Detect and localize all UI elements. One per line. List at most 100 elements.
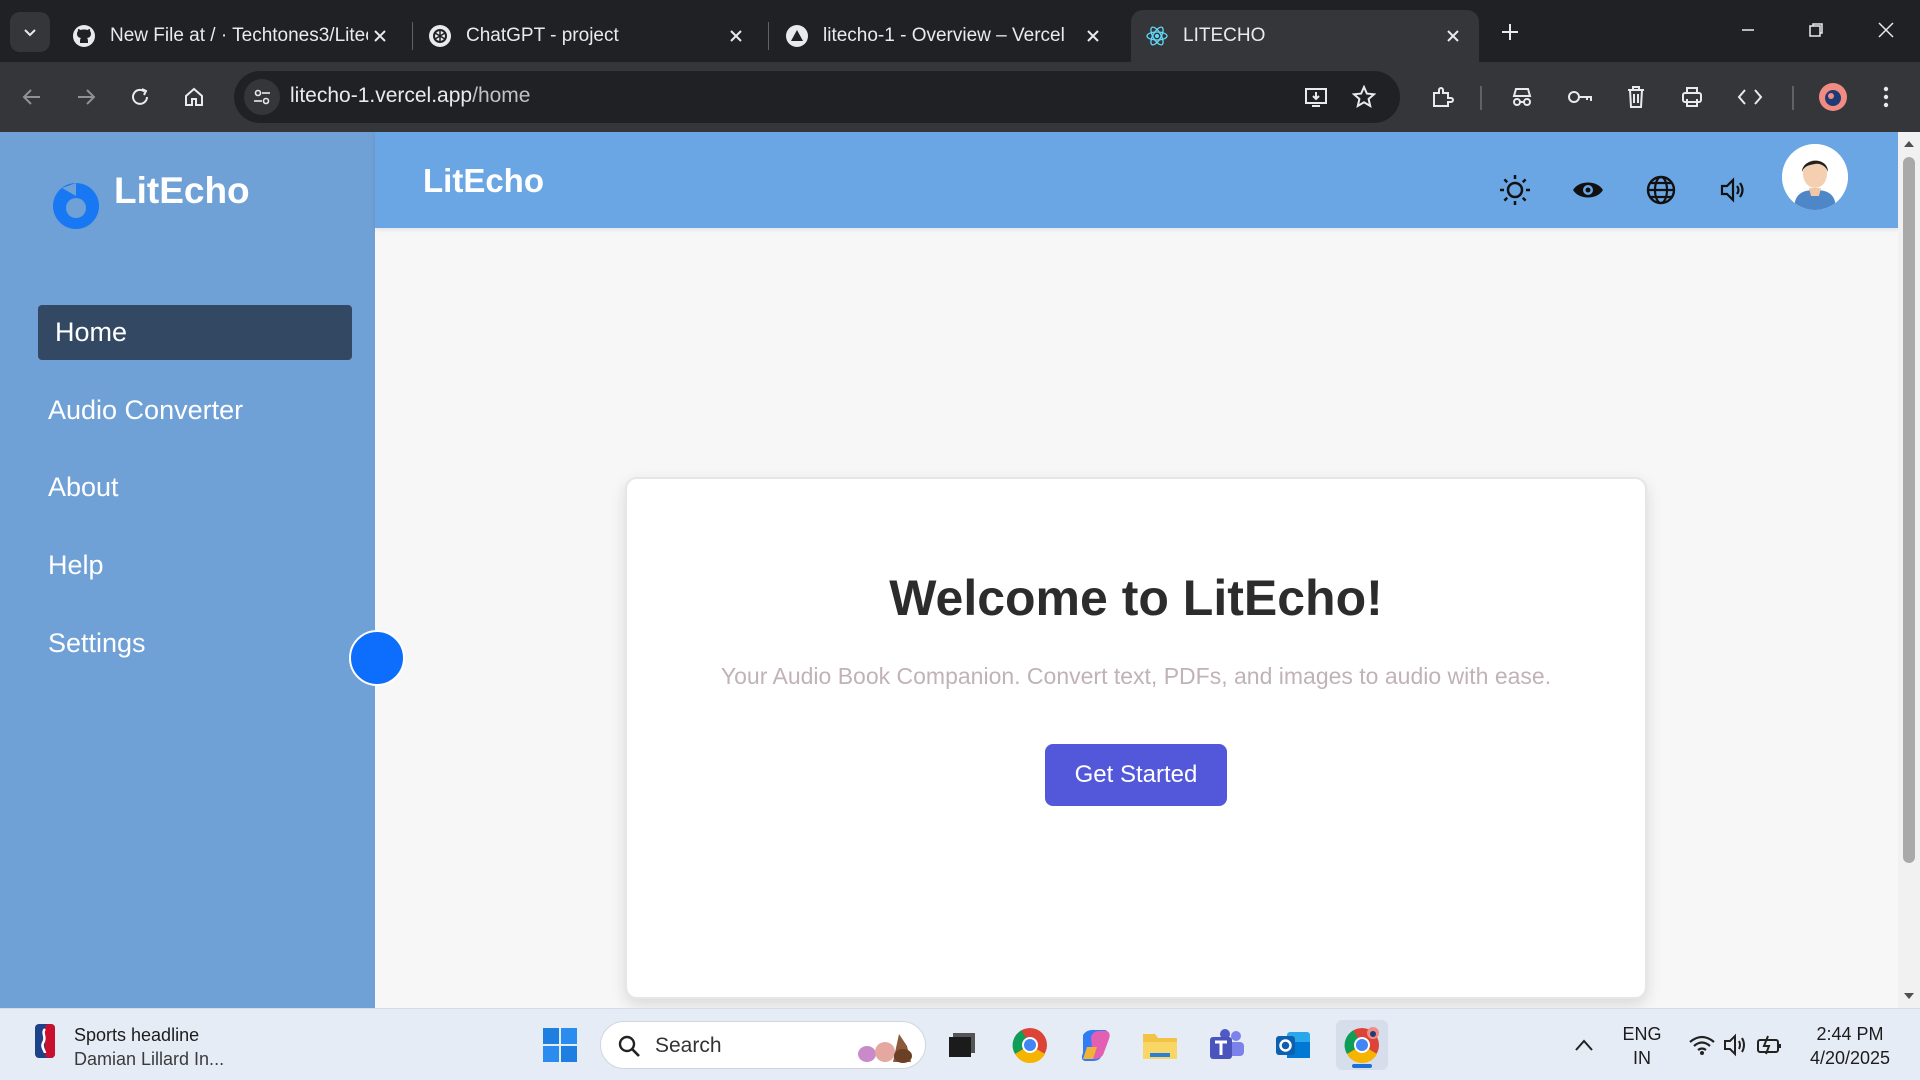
task-view-button[interactable] xyxy=(940,1023,984,1067)
tab-title: New File at / · Techtones3/LitechoAudio xyxy=(110,25,368,46)
page-scrollbar[interactable] xyxy=(1898,132,1920,1008)
sidebar-item-settings[interactable]: Settings xyxy=(38,616,352,671)
scroll-down-icon[interactable] xyxy=(1903,990,1915,1002)
avatar-icon xyxy=(1782,144,1848,210)
back-button[interactable] xyxy=(14,79,50,115)
minimize-icon xyxy=(1742,29,1754,31)
chrome-icon xyxy=(1012,1028,1047,1063)
password-manager-button[interactable] xyxy=(1562,79,1598,115)
user-avatar[interactable] xyxy=(1782,144,1848,210)
incognito-extension-button[interactable] xyxy=(1504,79,1540,115)
taskbar-copilot[interactable] xyxy=(1073,1023,1117,1067)
close-tab-icon[interactable] xyxy=(1081,24,1105,48)
dev-tools-button[interactable] xyxy=(1732,79,1768,115)
delete-button[interactable] xyxy=(1618,79,1654,115)
get-started-button[interactable]: Get Started xyxy=(1045,744,1227,806)
news-title: Sports headline xyxy=(74,1025,200,1045)
welcome-subtitle: Your Audio Book Companion. Convert text,… xyxy=(720,663,1552,689)
brand[interactable]: LitEcho xyxy=(52,170,250,230)
vercel-icon xyxy=(785,24,809,48)
browser-menu-button[interactable] xyxy=(1868,79,1904,115)
browser-tab-vercel[interactable]: litecho-1 - Overview – Vercel xyxy=(771,10,1119,62)
welcome-heading: Welcome to LitEcho! xyxy=(889,570,1383,626)
tab-title: litecho-1 - Overview – Vercel xyxy=(823,25,1065,46)
close-tab-icon[interactable] xyxy=(1441,24,1465,48)
close-icon xyxy=(1878,22,1894,38)
clock[interactable]: 2:44 PM 4/20/2025 xyxy=(1800,1022,1900,1070)
minimize-button[interactable] xyxy=(1718,10,1778,50)
site-info-button[interactable] xyxy=(244,79,280,115)
restore-button[interactable] xyxy=(1786,10,1846,50)
sidebar-item-label: Help xyxy=(48,550,104,580)
visibility-button[interactable] xyxy=(1570,172,1606,208)
brand-name: LitEcho xyxy=(114,170,250,211)
close-tab-icon[interactable] xyxy=(368,24,392,48)
sidebar-item-home[interactable]: Home xyxy=(38,305,352,360)
browser-tab-chatgpt[interactable]: ChatGPT - project xyxy=(414,10,762,62)
tab-title: ChatGPT - project xyxy=(466,25,619,46)
restore-icon xyxy=(1809,23,1823,37)
chevron-down-icon xyxy=(24,29,36,37)
windows-logo-icon xyxy=(543,1028,577,1062)
language-button[interactable] xyxy=(1643,172,1679,208)
forward-button[interactable] xyxy=(68,79,104,115)
browser-tab-github[interactable]: New File at / · Techtones3/LitechoAudio xyxy=(58,10,406,62)
print-button[interactable] xyxy=(1674,79,1710,115)
close-window-button[interactable] xyxy=(1856,10,1916,50)
scrollbar-thumb[interactable] xyxy=(1903,157,1915,863)
profile-button[interactable] xyxy=(1815,79,1851,115)
toolbar-divider xyxy=(1480,86,1482,110)
toolbar-divider xyxy=(1792,86,1794,110)
sidebar-item-label: Settings xyxy=(48,628,146,658)
tab-divider xyxy=(412,22,413,50)
nba-logo-icon xyxy=(35,1024,55,1058)
address-bar[interactable]: litecho-1.vercel.app/home xyxy=(234,71,1400,123)
react-icon xyxy=(1145,24,1169,48)
sidebar-item-about[interactable]: About xyxy=(38,460,352,515)
arrow-right-icon xyxy=(78,89,96,105)
sidebar-item-label: About xyxy=(48,472,119,502)
install-app-button[interactable] xyxy=(1298,79,1334,115)
language-code: ENG xyxy=(1622,1024,1662,1044)
wifi-icon xyxy=(1689,1035,1715,1055)
github-icon xyxy=(72,24,96,48)
sidebar-toggle-button[interactable] xyxy=(349,630,405,686)
quick-settings-button[interactable] xyxy=(1676,1023,1796,1067)
show-hidden-icons-button[interactable] xyxy=(1562,1023,1606,1067)
bookmark-button[interactable] xyxy=(1346,79,1382,115)
news-widget[interactable]: Sports headline Damian Lillard In... xyxy=(34,1023,224,1071)
browser-tab-strip: New File at / · Techtones3/LitechoAudio … xyxy=(0,0,1920,62)
region-code: IN xyxy=(1633,1048,1651,1068)
globe-icon xyxy=(1646,175,1676,205)
sidebar-item-help[interactable]: Help xyxy=(38,538,352,593)
welcome-card: Welcome to LitEcho! Your Audio Book Comp… xyxy=(625,477,1647,999)
incognito-icon xyxy=(1512,88,1532,106)
taskbar-chrome-active[interactable] xyxy=(1336,1020,1388,1070)
active-app-indicator xyxy=(1352,1064,1372,1068)
taskbar-outlook[interactable] xyxy=(1271,1023,1315,1067)
taskbar-chrome[interactable] xyxy=(1008,1023,1052,1067)
close-tab-icon[interactable] xyxy=(724,24,748,48)
home-button[interactable] xyxy=(176,79,212,115)
taskbar-search-input[interactable]: Search xyxy=(600,1021,926,1069)
extensions-button[interactable] xyxy=(1424,79,1460,115)
app-header: LitEcho xyxy=(375,132,1898,228)
sidebar-item-audio-converter[interactable]: Audio Converter xyxy=(38,383,352,438)
app-viewport: LitEcho Home Audio Converter About Help … xyxy=(0,132,1898,1008)
url-text[interactable]: litecho-1.vercel.app/home xyxy=(290,84,530,108)
sidebar-item-label: Home xyxy=(55,317,128,347)
theme-toggle-button[interactable] xyxy=(1497,172,1533,208)
battery-icon xyxy=(1757,1035,1781,1055)
new-tab-button[interactable] xyxy=(1494,16,1526,48)
tab-search-button[interactable] xyxy=(10,12,50,52)
scroll-up-icon[interactable] xyxy=(1903,138,1915,150)
input-language-indicator[interactable]: ENG IN xyxy=(1618,1022,1666,1070)
reload-button[interactable] xyxy=(122,79,158,115)
taskbar-teams[interactable] xyxy=(1205,1023,1249,1067)
audio-button[interactable] xyxy=(1716,172,1752,208)
start-button[interactable] xyxy=(538,1023,582,1067)
browser-toolbar: litecho-1.vercel.app/home xyxy=(0,62,1920,132)
browser-tab-litecho[interactable]: LITECHO xyxy=(1131,10,1479,62)
easter-eggs-icon xyxy=(858,1034,912,1063)
taskbar-file-explorer[interactable] xyxy=(1138,1023,1182,1067)
